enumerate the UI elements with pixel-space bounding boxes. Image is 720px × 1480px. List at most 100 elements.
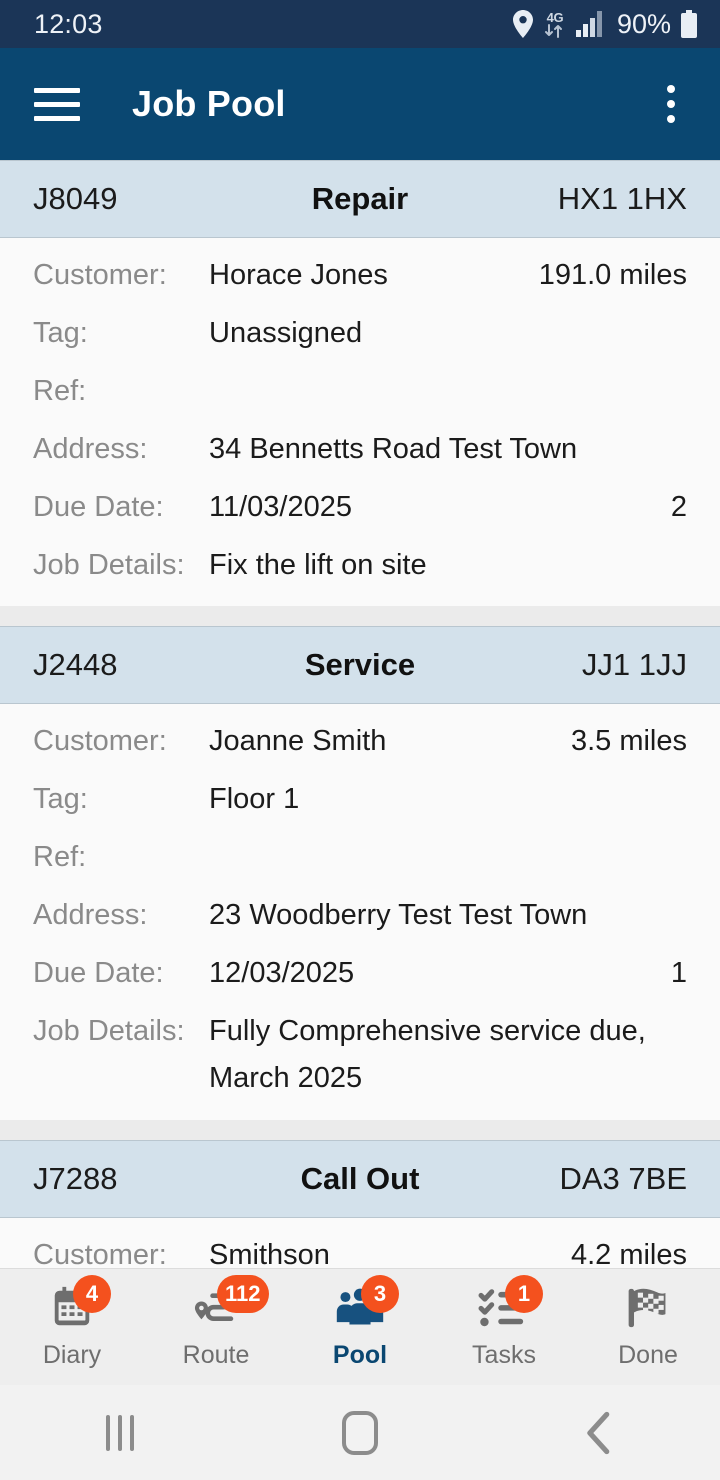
job-details-value: Fix the lift on site	[209, 549, 427, 581]
job-type: Repair	[311, 181, 409, 216]
hamburger-bar	[34, 101, 80, 107]
tab-tasks[interactable]: 1 Tasks	[432, 1274, 576, 1370]
tasks-badge: 1	[505, 1274, 543, 1313]
bottom-navigation: 4 Diary 112 Route 3 Pool 1 Tasks Done	[0, 1268, 720, 1385]
location-pin-icon	[512, 10, 534, 38]
job-type: Call Out	[300, 1161, 420, 1196]
done-icon-wrap	[611, 1285, 685, 1337]
job-ref-value	[209, 828, 687, 886]
row-label: Tag:	[33, 783, 88, 815]
app-bar: Job Pool	[0, 48, 720, 160]
job-row-customer: Customer: Smithson 4.2 miles	[33, 1226, 687, 1268]
job-ref-value	[209, 362, 687, 420]
home-icon[interactable]	[240, 1410, 480, 1455]
tab-done[interactable]: Done	[576, 1285, 720, 1370]
job-card[interactable]: J8049 Repair HX1 1HX Customer: Horace Jo…	[0, 160, 720, 606]
job-card-header: J2448 Service JJ1 1JJ	[0, 626, 720, 704]
job-duedate-value: 11/03/2025	[209, 491, 352, 523]
job-postcode: DA3 7BE	[559, 1161, 687, 1196]
recents-bars	[106, 1414, 134, 1451]
diary-badge: 4	[73, 1274, 111, 1313]
hamburger-menu-icon[interactable]	[34, 87, 80, 121]
job-row-details: Job Details: Fully Comprehensive service…	[33, 1002, 687, 1108]
row-label: Customer:	[33, 259, 167, 291]
row-label: Tag:	[33, 317, 88, 349]
job-card-header: J8049 Repair HX1 1HX	[0, 160, 720, 238]
job-duedate-value: 12/03/2025	[209, 957, 355, 989]
job-duecount-value: 2	[670, 491, 687, 523]
job-row-customer: Customer: Joanne Smith 3.5 miles	[33, 712, 687, 770]
row-label: Customer:	[33, 1239, 167, 1268]
hamburger-bar	[34, 115, 80, 121]
network-type-label: 4G	[546, 9, 564, 25]
job-row-duedate: Due Date: 12/03/2025 1	[33, 944, 687, 1002]
job-id: J8049	[33, 181, 118, 216]
phone-screen: 12:03 4G 90% Job Pool J8049 Repair HX1 1…	[0, 0, 720, 1480]
tab-label-route: Route	[182, 1340, 250, 1369]
battery-icon	[680, 10, 698, 38]
job-card[interactable]: J7288 Call Out DA3 7BE Customer: Smithso…	[0, 1140, 720, 1268]
back-icon[interactable]	[480, 1411, 720, 1455]
overflow-dot	[667, 85, 675, 93]
job-customer-value: Horace Jones	[209, 259, 388, 291]
job-row-ref: Ref:	[33, 828, 687, 886]
job-card-body: Customer: Horace Jones 191.0 miles Tag: …	[0, 238, 720, 606]
job-details-value: Fully Comprehensive service due, March 2…	[209, 1015, 646, 1094]
job-postcode: HX1 1HX	[557, 181, 687, 216]
job-distance-value: 3.5 miles	[570, 725, 687, 757]
recents-bar	[130, 1414, 134, 1451]
row-label: Address:	[33, 899, 148, 931]
job-id: J7288	[33, 1161, 118, 1196]
tab-route[interactable]: 112 Route	[144, 1274, 288, 1370]
overflow-dot	[667, 100, 675, 108]
row-label: Customer:	[33, 725, 167, 757]
job-row-address: Address: 23 Woodberry Test Test Town	[33, 886, 687, 944]
job-card[interactable]: J2448 Service JJ1 1JJ Customer: Joanne S…	[0, 626, 720, 1120]
job-type: Service	[304, 647, 416, 682]
job-card-body: Customer: Joanne Smith 3.5 miles Tag: Fl…	[0, 704, 720, 1120]
page-title: Job Pool	[132, 83, 286, 124]
pool-badge: 3	[361, 1274, 399, 1313]
tab-label-pool: Pool	[332, 1340, 388, 1369]
diary-icon-wrap: 4	[35, 1274, 111, 1337]
job-tag-value: Floor 1	[209, 783, 300, 815]
job-postcode: JJ1 1JJ	[581, 647, 687, 682]
signal-bars-icon	[575, 11, 606, 37]
job-row-ref: Ref:	[33, 362, 687, 420]
recents-icon[interactable]	[0, 1414, 240, 1451]
tab-label-done: Done	[618, 1340, 678, 1369]
job-distance-value: 4.2 miles	[570, 1239, 687, 1268]
job-tag-value: Unassigned	[209, 317, 363, 349]
job-duecount-value: 1	[670, 957, 687, 989]
route-icon-wrap: 112	[179, 1274, 269, 1337]
job-list[interactable]: J8049 Repair HX1 1HX Customer: Horace Jo…	[0, 160, 720, 1268]
job-address-value: 23 Woodberry Test Test Town	[209, 899, 588, 931]
tab-diary[interactable]: 4 Diary	[0, 1274, 144, 1370]
status-icon-group: 4G 90%	[512, 9, 698, 40]
tasks-icon-wrap: 1	[467, 1274, 543, 1337]
row-label: Job Details:	[33, 1015, 185, 1047]
mobile-data-icon: 4G	[543, 11, 567, 38]
job-row-duedate: Due Date: 11/03/2025 2	[33, 478, 687, 536]
hamburger-bar	[34, 87, 80, 93]
row-label: Address:	[33, 433, 148, 465]
job-row-address: Address: 34 Bennetts Road Test Town	[33, 420, 687, 478]
job-id: J2448	[33, 647, 118, 682]
row-label: Due Date:	[33, 491, 164, 523]
job-card-body: Customer: Smithson 4.2 miles Tag:	[0, 1218, 720, 1268]
job-row-tag: Tag: Floor 1	[33, 770, 687, 828]
job-customer-value: Smithson	[209, 1239, 330, 1268]
more-vertical-icon[interactable]	[648, 85, 694, 123]
route-badge: 112	[217, 1274, 269, 1313]
tab-label-diary: Diary	[42, 1340, 102, 1369]
battery-percent-label: 90%	[616, 8, 671, 39]
job-customer-value: Joanne Smith	[209, 725, 387, 757]
row-label: Due Date:	[33, 957, 164, 989]
tab-pool[interactable]: 3 Pool	[288, 1274, 432, 1370]
job-row-tag: Tag: Unassigned	[33, 304, 687, 362]
job-row-customer: Customer: Horace Jones 191.0 miles	[33, 246, 687, 304]
job-address-value: 34 Bennetts Road Test Town	[209, 433, 578, 465]
status-clock: 12:03	[34, 8, 103, 39]
job-distance-value: 191.0 miles	[538, 259, 687, 291]
row-label: Job Details:	[33, 549, 185, 581]
